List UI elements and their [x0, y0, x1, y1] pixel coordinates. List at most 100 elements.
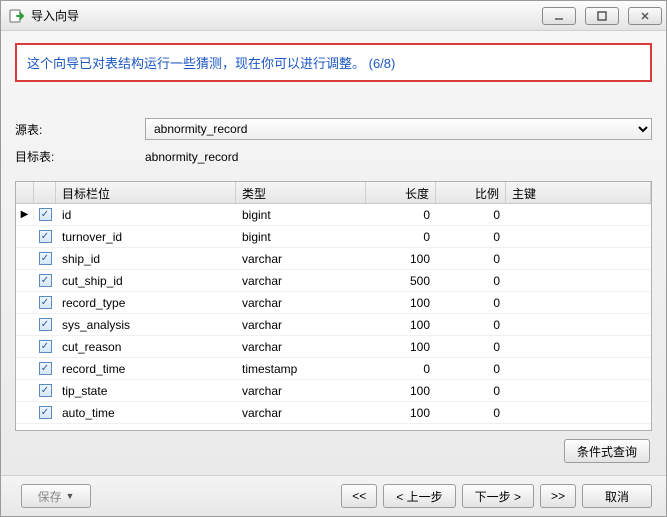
cell-field-name[interactable]: tip_state [56, 382, 236, 400]
grid-header-scale[interactable]: 比例 [436, 182, 506, 203]
cell-length[interactable]: 100 [366, 294, 436, 312]
cell-length[interactable]: 500 [366, 272, 436, 290]
cell-scale[interactable]: 0 [436, 272, 506, 290]
cell-pk[interactable] [506, 257, 651, 261]
table-row[interactable]: ✓record_typevarchar1000 [16, 292, 651, 314]
cell-type[interactable]: varchar [236, 382, 366, 400]
cell-length[interactable]: 100 [366, 404, 436, 422]
maximize-button[interactable] [585, 7, 619, 25]
cell-length[interactable]: 100 [366, 316, 436, 334]
cell-pk[interactable] [506, 411, 651, 415]
table-row[interactable]: ▶✓idbigint00 [16, 204, 651, 226]
cell-type[interactable]: varchar [236, 338, 366, 356]
row-checkbox[interactable]: ✓ [34, 318, 56, 331]
window-title: 导入向导 [31, 7, 533, 24]
titlebar: 导入向导 [1, 1, 666, 31]
save-button[interactable]: 保存 ▼ [21, 484, 91, 508]
cell-pk[interactable] [506, 301, 651, 305]
grid-header-length[interactable]: 长度 [366, 182, 436, 203]
import-wizard-icon [9, 8, 25, 24]
checkbox-icon: ✓ [39, 208, 52, 221]
table-row[interactable]: ✓ cut_reasonvarchar1000 [16, 336, 651, 358]
cell-field-name[interactable]: ship_id [56, 250, 236, 268]
row-checkbox[interactable]: ✓ [34, 208, 56, 221]
checkbox-icon: ✓ [39, 384, 52, 397]
table-row[interactable]: ✓cut_ship_idvarchar5000 [16, 270, 651, 292]
checkbox-icon: ✓ [39, 340, 52, 353]
close-button[interactable] [628, 7, 662, 25]
cell-scale[interactable]: 0 [436, 338, 506, 356]
table-row[interactable]: ✓ ship_idvarchar1000 [16, 248, 651, 270]
next-step-button[interactable]: 下一步 > [462, 484, 534, 508]
first-step-button[interactable]: << [341, 484, 377, 508]
cell-pk[interactable] [506, 323, 651, 327]
checkbox-icon: ✓ [39, 252, 52, 265]
cell-type[interactable]: varchar [236, 316, 366, 334]
cell-scale[interactable]: 0 [436, 294, 506, 312]
cell-type[interactable]: varchar [236, 404, 366, 422]
checkbox-icon: ✓ [39, 318, 52, 331]
cancel-button[interactable]: 取消 [582, 484, 652, 508]
step-banner-text: 这个向导已对表结构运行一些猜测，现在你可以进行调整。 (6/8) [27, 56, 395, 71]
cell-type[interactable]: timestamp [236, 360, 366, 378]
cell-field-name[interactable]: id [56, 206, 236, 224]
row-checkbox[interactable]: ✓ [34, 252, 56, 265]
table-row[interactable]: ✓ sys_analysisvarchar1000 [16, 314, 651, 336]
cell-length[interactable]: 0 [366, 228, 436, 246]
cell-field-name[interactable]: cut_ship_id [56, 272, 236, 290]
source-table-select[interactable]: abnormity_record [145, 118, 652, 140]
chevron-down-icon: ▼ [66, 491, 75, 501]
cell-type[interactable]: varchar [236, 294, 366, 312]
grid-body[interactable]: ▶✓idbigint00✓turnover_idbigint00✓ship_id… [16, 204, 651, 430]
cell-type[interactable]: varchar [236, 272, 366, 290]
cell-field-name[interactable]: record_time [56, 360, 236, 378]
grid-header: 目标栏位 类型 长度 比例 主键 [16, 182, 651, 204]
grid-header-pk[interactable]: 主键 [506, 182, 651, 203]
row-checkbox[interactable]: ✓ [34, 362, 56, 375]
cell-pk[interactable] [506, 345, 651, 349]
cell-scale[interactable]: 0 [436, 250, 506, 268]
cell-scale[interactable]: 0 [436, 316, 506, 334]
row-checkbox[interactable]: ✓ [34, 384, 56, 397]
cell-scale[interactable]: 0 [436, 404, 506, 422]
grid-header-marker [16, 182, 34, 203]
checkbox-icon: ✓ [39, 362, 52, 375]
row-checkbox[interactable]: ✓ [34, 296, 56, 309]
cell-length[interactable]: 100 [366, 338, 436, 356]
table-row[interactable]: ✓record_timetimestamp00 [16, 358, 651, 380]
last-step-button[interactable]: >> [540, 484, 576, 508]
cell-length[interactable]: 100 [366, 382, 436, 400]
cell-scale[interactable]: 0 [436, 360, 506, 378]
cell-scale[interactable]: 0 [436, 206, 506, 224]
cell-field-name[interactable]: auto_time [56, 404, 236, 422]
cell-length[interactable]: 0 [366, 206, 436, 224]
conditional-query-button[interactable]: 条件式查询 [564, 439, 650, 463]
row-checkbox[interactable]: ✓ [34, 230, 56, 243]
cell-scale[interactable]: 0 [436, 228, 506, 246]
cell-type[interactable]: bigint [236, 206, 366, 224]
table-row[interactable]: ✓auto_timevarchar1000 [16, 402, 651, 424]
row-checkbox[interactable]: ✓ [34, 406, 56, 419]
grid-header-field[interactable]: 目标栏位 [56, 182, 236, 203]
cell-pk[interactable] [506, 213, 651, 217]
cell-pk[interactable] [506, 367, 651, 371]
prev-step-button[interactable]: < 上一步 [383, 484, 455, 508]
cell-pk[interactable] [506, 235, 651, 239]
cell-scale[interactable]: 0 [436, 382, 506, 400]
row-checkbox[interactable]: ✓ [34, 340, 56, 353]
cell-pk[interactable] [506, 279, 651, 283]
cell-type[interactable]: varchar [236, 250, 366, 268]
row-checkbox[interactable]: ✓ [34, 274, 56, 287]
cell-length[interactable]: 100 [366, 250, 436, 268]
minimize-button[interactable] [542, 7, 576, 25]
table-row[interactable]: ✓ tip_statevarchar1000 [16, 380, 651, 402]
cell-type[interactable]: bigint [236, 228, 366, 246]
cell-length[interactable]: 0 [366, 360, 436, 378]
grid-header-type[interactable]: 类型 [236, 182, 366, 203]
cell-pk[interactable] [506, 389, 651, 393]
cell-field-name[interactable]: sys_analysis [56, 316, 236, 334]
table-row[interactable]: ✓turnover_idbigint00 [16, 226, 651, 248]
cell-field-name[interactable]: record_type [56, 294, 236, 312]
cell-field-name[interactable]: cut_reason [56, 338, 236, 356]
cell-field-name[interactable]: turnover_id [56, 228, 236, 246]
